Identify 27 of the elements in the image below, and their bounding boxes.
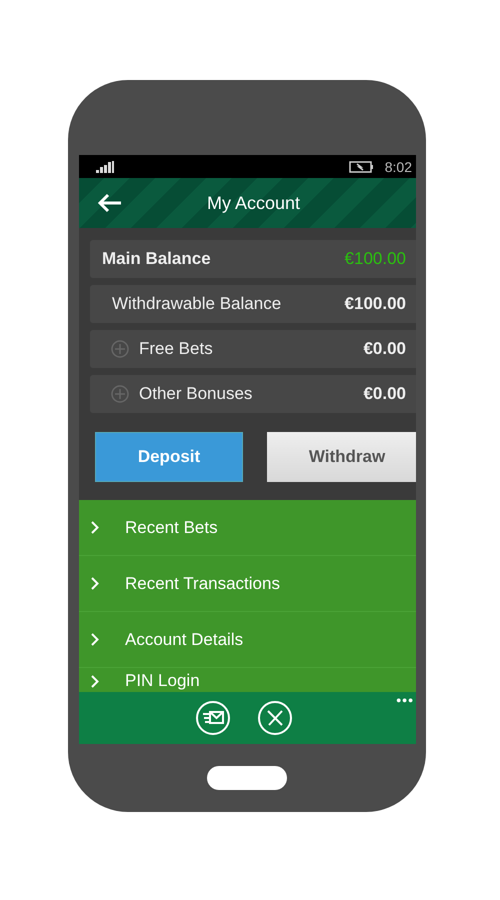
page-title: My Account bbox=[207, 192, 300, 214]
close-icon[interactable] bbox=[256, 700, 292, 736]
chevron-icon bbox=[91, 675, 99, 688]
battery-icon bbox=[348, 160, 375, 172]
menu-item[interactable]: Recent Transactions bbox=[79, 556, 416, 612]
chevron-icon bbox=[91, 633, 99, 646]
balance-amount: €0.00 bbox=[363, 384, 406, 404]
back-arrow-icon[interactable] bbox=[97, 193, 123, 213]
more-dots[interactable]: ••• bbox=[396, 692, 414, 708]
balance-label: Other Bonuses bbox=[139, 384, 252, 404]
balance-amount: €0.00 bbox=[363, 339, 406, 359]
withdraw-button[interactable]: Withdraw bbox=[267, 432, 416, 482]
balance-amount: €100.00 bbox=[344, 249, 406, 269]
status-time: 8:02 bbox=[384, 158, 412, 174]
chevron-icon bbox=[91, 521, 99, 534]
balance-label: Free Bets bbox=[139, 339, 213, 359]
home-button[interactable] bbox=[207, 766, 287, 790]
balance-label: Withdrawable Balance bbox=[112, 294, 282, 314]
signal-icon bbox=[96, 160, 114, 172]
menu-item[interactable]: Account Details bbox=[79, 612, 416, 668]
chevron-icon bbox=[91, 577, 99, 590]
balance-label: Main Balance bbox=[102, 249, 211, 269]
menu-item[interactable]: PIN Login bbox=[79, 668, 416, 692]
menu-item[interactable]: Recent Bets bbox=[79, 500, 416, 556]
deposit-button[interactable]: Deposit bbox=[95, 432, 243, 482]
message-icon[interactable] bbox=[194, 700, 230, 736]
balance-amount: €100.00 bbox=[344, 294, 406, 314]
